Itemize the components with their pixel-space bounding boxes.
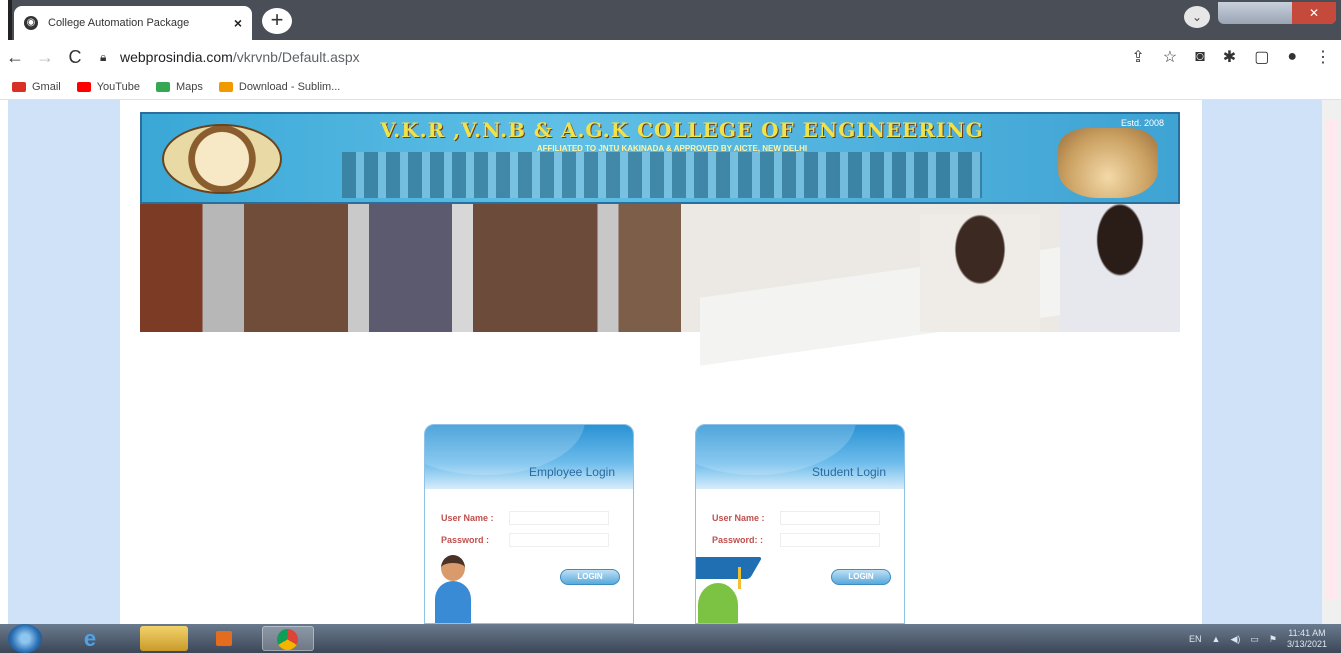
system-tray: EN ▲ ◀︎) ▭ ⚑ 11:41 AM 3/13/2021: [1189, 628, 1327, 650]
bookmark-download[interactable]: Download - Sublim...: [218, 80, 341, 93]
bookmark-label: YouTube: [96, 80, 140, 93]
language-indicator[interactable]: EN: [1189, 634, 1202, 644]
student-login-button[interactable]: LOGIN: [831, 569, 891, 585]
url-field[interactable]: 🔒︎ webprosindia.com /vkrvnb/Default.aspx: [100, 49, 360, 65]
username-label: User Name :: [441, 513, 494, 523]
flag-icon[interactable]: ⚑: [1269, 634, 1277, 645]
tabbar-edge: [0, 0, 12, 40]
employee-password-input[interactable]: [509, 533, 609, 547]
college-banner: V.K.R ,V.N.B & A.G.K COLLEGE OF ENGINEER…: [140, 112, 1180, 366]
reload-button[interactable]: C: [60, 47, 90, 68]
globe-icon: ◉: [24, 16, 38, 30]
login-header: Student Login: [696, 425, 904, 489]
employee-login-title: Employee Login: [528, 465, 615, 479]
cap-tassel: [738, 567, 741, 589]
maps-icon: [155, 81, 170, 92]
student-login-title: Student Login: [811, 465, 886, 479]
student-image: [1060, 204, 1180, 332]
bookmark-youtube[interactable]: YouTube: [76, 80, 140, 93]
browser-tab[interactable]: ◉ College Automation Package ×: [14, 6, 252, 40]
student-username-input[interactable]: [780, 511, 880, 525]
bookmark-gmail[interactable]: Gmail: [12, 81, 61, 93]
clock-date: 3/13/2021: [1286, 639, 1327, 649]
avatar-head: [441, 555, 465, 581]
bookmark-label: Gmail: [32, 80, 61, 93]
cap-board: [696, 557, 763, 579]
banner-header: V.K.R ,V.N.B & A.G.K COLLEGE OF ENGINEER…: [140, 112, 1180, 204]
bookmark-label: Download - Sublim...: [238, 80, 341, 93]
temple-image: [1058, 128, 1158, 198]
graduation-cap-icon: [696, 557, 766, 623]
tab-title: College Automation Package: [48, 17, 190, 29]
toolbar-icons: ⇪ ☆ ◙ ✱ ▢ ● ⋮: [1131, 40, 1331, 74]
username-row: User Name :: [712, 511, 880, 525]
building-image: [342, 152, 982, 198]
employee-login-button[interactable]: LOGIN: [560, 569, 620, 585]
college-logo: [162, 124, 282, 194]
camera-icon[interactable]: ◙: [1195, 48, 1205, 66]
extensions-icon[interactable]: ✱: [1223, 47, 1236, 67]
scroll-thumb[interactable]: [1326, 120, 1337, 600]
clock[interactable]: 11:41 AM 3/13/2021: [1287, 628, 1327, 650]
left-margin: [8, 100, 120, 624]
file-explorer-icon[interactable]: [140, 626, 188, 651]
window-controls[interactable]: ✕: [1218, 2, 1336, 24]
windows-taskbar: e EN ▲ ◀︎) ▭ ⚑ 11:41 AM 3/13/2021: [0, 624, 1341, 653]
avatar-body: [435, 581, 471, 623]
estd-text: Estd. 2008: [1120, 118, 1164, 128]
username-row: User Name :: [441, 511, 609, 525]
profile-icon[interactable]: ●: [1287, 48, 1297, 66]
window-close-icon[interactable]: ✕: [1292, 2, 1336, 24]
volume-icon[interactable]: ◀︎): [1230, 634, 1240, 645]
internet-explorer-icon[interactable]: e: [70, 626, 110, 651]
new-tab-button[interactable]: +: [262, 8, 292, 34]
gmail-icon: [12, 81, 26, 92]
password-row: Password :: [441, 533, 609, 547]
browser-tab-bar: ◉ College Automation Package × + ⌄ ✕: [0, 0, 1341, 40]
employee-username-input[interactable]: [509, 511, 609, 525]
student-password-input[interactable]: [780, 533, 880, 547]
network-icon[interactable]: ▭: [1250, 634, 1259, 645]
student-image: [920, 214, 1040, 332]
username-label: User Name :: [712, 513, 765, 523]
side-panel-icon[interactable]: ▢: [1254, 47, 1269, 67]
menu-icon[interactable]: ⋮: [1315, 47, 1331, 67]
student-login-panel: Student Login User Name : Password: : LO…: [695, 424, 905, 624]
youtube-icon: [76, 81, 91, 92]
show-hidden-icon[interactable]: ▲: [1212, 634, 1221, 644]
college-name: V.K.R ,V.N.B & A.G.K COLLEGE OF ENGINEER…: [380, 118, 984, 142]
scrollbar[interactable]: [1322, 100, 1341, 624]
password-row: Password: :: [712, 533, 880, 547]
web-page: V.K.R ,V.N.B & A.G.K COLLEGE OF ENGINEER…: [0, 100, 1341, 624]
login-header: Employee Login: [425, 425, 633, 489]
affiliation-text: AFFILIATED TO JNTU KAKINADA & APPROVED B…: [536, 144, 808, 153]
campus-photo: [140, 204, 1180, 366]
url-host: webprosindia.com: [120, 49, 233, 65]
tab-search-icon[interactable]: ⌄: [1184, 6, 1210, 28]
bookmarks-bar: Gmail YouTube Maps Download - Sublim...: [0, 74, 1341, 100]
password-label: Password: :: [712, 535, 764, 545]
bookmark-label: Maps: [175, 80, 203, 93]
password-label: Password :: [441, 535, 490, 545]
back-button[interactable]: ←: [0, 47, 30, 68]
right-margin: [1202, 100, 1322, 624]
clock-time: 11:41 AM: [1288, 628, 1326, 638]
student-figure: [698, 583, 738, 623]
bookmark-maps[interactable]: Maps: [155, 80, 203, 93]
employee-avatar-icon: [435, 555, 471, 623]
share-icon[interactable]: ⇪: [1131, 47, 1144, 67]
employee-login-panel: Employee Login User Name : Password : LO…: [424, 424, 634, 624]
start-button[interactable]: [8, 624, 42, 653]
address-bar: ← → C 🔒︎ webprosindia.com /vkrvnb/Defaul…: [0, 40, 1341, 74]
media-player-icon[interactable]: [200, 626, 248, 651]
forward-button[interactable]: →: [30, 47, 60, 68]
lock-icon[interactable]: 🔒︎: [100, 50, 120, 65]
chrome-icon[interactable]: [262, 626, 314, 651]
url-path: /vkrvnb/Default.aspx: [232, 49, 360, 65]
sublime-icon: [218, 81, 233, 92]
close-tab-icon[interactable]: ×: [234, 15, 242, 31]
star-icon[interactable]: ☆: [1163, 47, 1177, 67]
